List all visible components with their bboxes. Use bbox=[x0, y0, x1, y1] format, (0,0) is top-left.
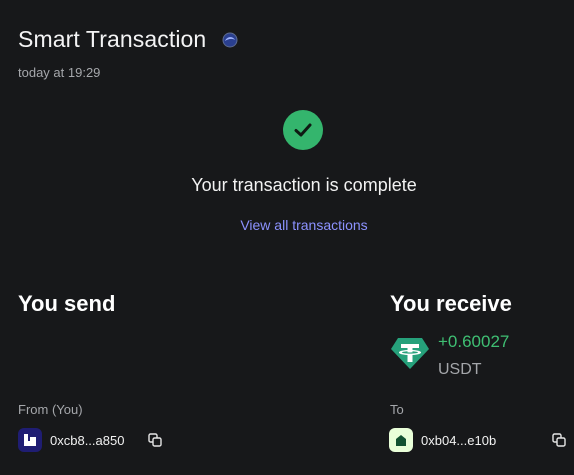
page-title: Smart Transaction bbox=[18, 26, 207, 52]
check-icon bbox=[294, 123, 312, 137]
from-address: 0xcb8...a850 bbox=[50, 432, 125, 448]
receive-token-symbol: USDT bbox=[438, 361, 482, 378]
usdt-token-icon bbox=[390, 336, 430, 370]
receive-heading: You receive bbox=[390, 291, 512, 316]
view-all-transactions-link[interactable]: View all transactions bbox=[0, 217, 574, 233]
receive-amount: +0.60027 bbox=[438, 332, 510, 351]
copy-icon[interactable] bbox=[551, 432, 567, 448]
status-message: Your transaction is complete bbox=[191, 175, 417, 195]
from-label: From (You) bbox=[18, 402, 83, 417]
to-label: To bbox=[390, 402, 404, 417]
header: Smart Transaction bbox=[18, 26, 238, 53]
to-avatar bbox=[389, 428, 413, 452]
smart-transaction-icon bbox=[222, 32, 238, 48]
to-address: 0xb04...e10b bbox=[421, 432, 497, 448]
send-heading: You send bbox=[18, 291, 116, 316]
copy-icon[interactable] bbox=[147, 432, 163, 448]
from-address-row: 0xcb8...a850 bbox=[18, 428, 124, 452]
transaction-timestamp: today at 19:29 bbox=[18, 65, 101, 80]
to-address-row: 0xb04...e10b bbox=[389, 428, 496, 452]
success-badge bbox=[283, 110, 323, 150]
from-avatar bbox=[18, 428, 42, 452]
